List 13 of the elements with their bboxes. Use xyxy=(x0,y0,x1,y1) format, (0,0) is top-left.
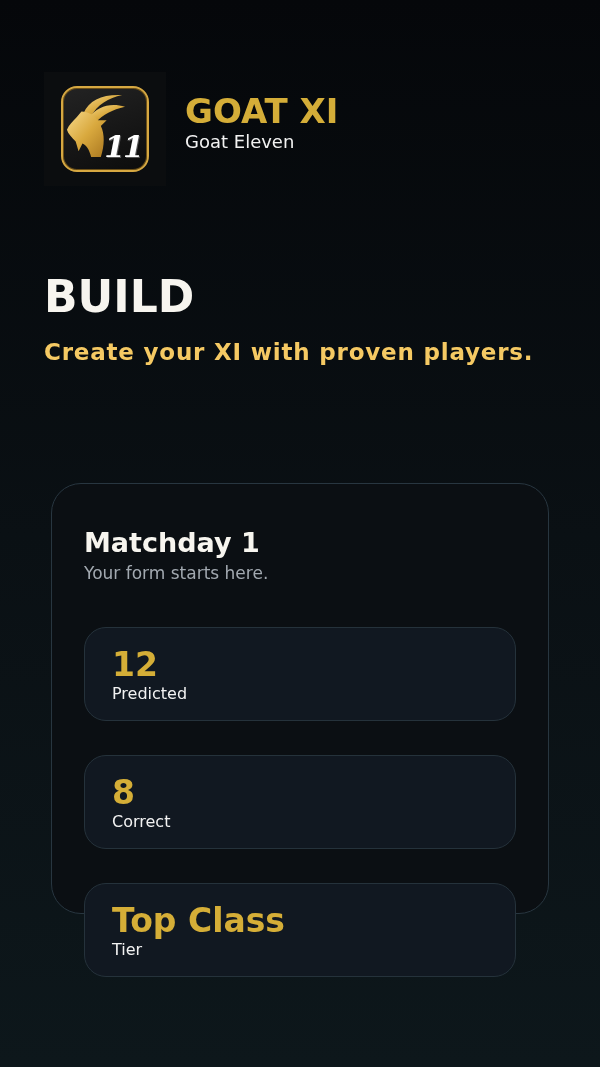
stat-label: Predicted xyxy=(112,686,189,702)
page-title: BUILD xyxy=(44,275,196,319)
app-tagline: Goat Eleven xyxy=(185,133,296,151)
stat-value: 8 xyxy=(112,776,136,809)
stat-value: 12 xyxy=(112,648,159,681)
card-description: Your form starts here. xyxy=(84,565,270,582)
stat-label: Tier xyxy=(112,942,144,958)
page-subtitle: Create your XI with proven players. xyxy=(44,341,535,364)
logo-number: 11 xyxy=(104,132,142,162)
stat-label: Correct xyxy=(112,814,172,830)
stat-value: Top Class xyxy=(112,904,286,937)
card-title: Matchday 1 xyxy=(84,529,261,556)
app-name: GOAT XI xyxy=(185,94,339,128)
